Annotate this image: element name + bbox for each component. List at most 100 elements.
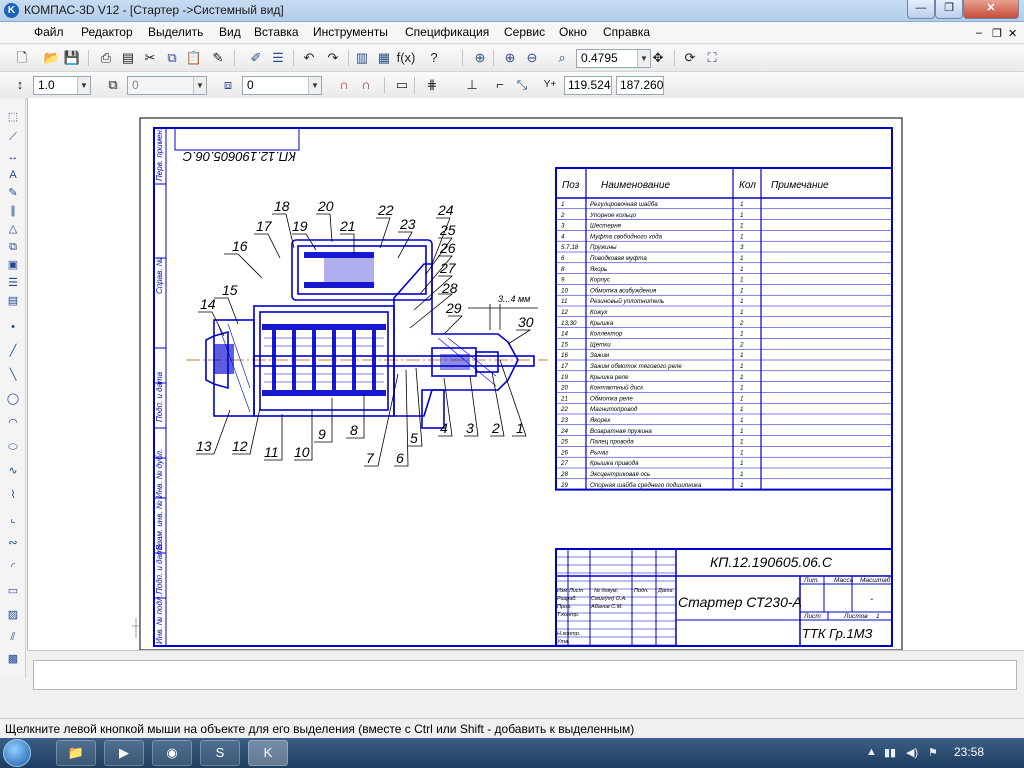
stamp-organization: ТТК Гр.1МЗ bbox=[802, 626, 873, 641]
point-tool-icon[interactable]: • bbox=[4, 318, 22, 336]
chrome-icon[interactable]: ◉ bbox=[152, 740, 192, 766]
zoom-scale-icon[interactable]: ⌕ bbox=[552, 49, 572, 67]
menu-file[interactable]: Файл bbox=[34, 25, 64, 39]
zoom-combo[interactable]: 0.4795 ▼ bbox=[576, 49, 651, 68]
ellipse-tool-icon[interactable]: ⬭ bbox=[4, 438, 22, 456]
refresh-view-icon[interactable]: ⟳ bbox=[680, 49, 700, 67]
rectangle-tool-icon[interactable]: ▭ bbox=[4, 582, 22, 600]
parametrization-tool-icon[interactable]: ∥ bbox=[4, 202, 22, 220]
menu-service[interactable]: Сервис bbox=[504, 25, 545, 39]
media-player-icon[interactable]: ▶ bbox=[104, 740, 144, 766]
properties-icon[interactable]: ✐ bbox=[246, 49, 266, 67]
local-cs-icon[interactable]: ⊥ bbox=[462, 76, 482, 94]
grid-icon[interactable]: ⋕ bbox=[422, 76, 442, 94]
zoom-in-icon[interactable]: ⊕ bbox=[500, 49, 520, 67]
chevron-down-icon[interactable]: ▼ bbox=[193, 77, 206, 94]
spline-tool-icon[interactable]: ∿ bbox=[4, 462, 22, 480]
doc-minimize-icon[interactable]: – bbox=[976, 27, 982, 39]
edit-tool-icon[interactable]: ✎ bbox=[4, 184, 22, 202]
redo-icon[interactable]: ↷ bbox=[323, 49, 343, 67]
style-combo[interactable]: 0 ▼ bbox=[127, 76, 207, 95]
menu-tools[interactable]: Инструменты bbox=[313, 25, 388, 39]
standard-toolbar: 🗋 📂 💾 ⎙ ▤ ✂ ⧉ 📋 ✎ ✐ ☰ ↶ ↷ ▥ ▦ f(x) ? ⊕ ⊕… bbox=[0, 45, 1024, 72]
coord-x-field[interactable]: 119.524 bbox=[564, 76, 612, 95]
callout-13: 13 bbox=[196, 438, 212, 454]
help-pointer-icon[interactable]: ? bbox=[424, 49, 444, 67]
list-icon[interactable]: ☰ bbox=[268, 49, 288, 67]
doc-close-icon[interactable]: ✕ bbox=[1008, 27, 1017, 40]
volume-icon[interactable]: ◀) bbox=[906, 746, 918, 759]
polyline-tool-icon[interactable]: ⌇ bbox=[4, 486, 22, 504]
pan-icon[interactable]: ✥ bbox=[648, 49, 668, 67]
geometry-tool-icon[interactable]: ⟋ bbox=[4, 128, 22, 146]
chamfer-tool-icon[interactable]: ⌞ bbox=[4, 510, 22, 528]
menu-help[interactable]: Справка bbox=[603, 25, 650, 39]
equidistant-tool-icon[interactable]: ⫽ bbox=[4, 628, 22, 646]
hatch-tool-icon[interactable]: ▨ bbox=[4, 606, 22, 624]
open-folder-icon[interactable]: 📂 bbox=[42, 49, 62, 67]
dimensions-tool-icon[interactable]: ↔ bbox=[4, 148, 22, 166]
chevron-down-icon[interactable]: ▼ bbox=[308, 77, 321, 94]
menu-editor[interactable]: Редактор bbox=[81, 25, 133, 39]
network-icon[interactable]: ▮▮ bbox=[884, 746, 896, 759]
menu-window[interactable]: Окно bbox=[559, 25, 587, 39]
measure-tool-icon[interactable]: △ bbox=[4, 220, 22, 238]
close-button[interactable]: ✕ bbox=[963, 0, 1019, 19]
kompas-task-icon[interactable]: K bbox=[248, 740, 288, 766]
drawing-canvas[interactable]: Перв. примен. Справ. № Подп. и дата Инв.… bbox=[27, 98, 1024, 650]
bezier-tool-icon[interactable]: ∾ bbox=[4, 534, 22, 552]
arc-tool-icon[interactable]: ◠ bbox=[4, 414, 22, 432]
menu-view[interactable]: Вид bbox=[219, 25, 241, 39]
assoc-views-icon[interactable]: ▣ bbox=[4, 256, 22, 274]
copy-icon[interactable]: ⧉ bbox=[162, 49, 182, 67]
reduce-icon[interactable]: ▭ bbox=[392, 76, 412, 94]
chevron-down-icon[interactable]: ▼ bbox=[77, 77, 90, 94]
explorer-icon[interactable]: 📁 bbox=[56, 740, 96, 766]
layers-manager-icon[interactable]: ▦ bbox=[374, 49, 394, 67]
skype-icon[interactable]: S bbox=[200, 740, 240, 766]
format-brush-icon[interactable]: ✎ bbox=[208, 49, 228, 67]
local-snap-icon[interactable]: ∩ bbox=[356, 76, 376, 94]
zoom-window-icon[interactable]: ⊕ bbox=[470, 49, 490, 67]
new-document-icon[interactable]: 🗋 bbox=[12, 49, 32, 67]
designations-tool-icon[interactable]: A bbox=[4, 166, 22, 184]
snap-magnet-icon[interactable]: ∩ bbox=[334, 76, 354, 94]
callout-3: 3 bbox=[466, 420, 474, 436]
menu-specification[interactable]: Спецификация bbox=[405, 25, 489, 39]
show-all-icon[interactable]: ⛶ bbox=[702, 49, 722, 67]
print-icon[interactable]: ⎙ bbox=[96, 49, 116, 67]
windows-start-icon[interactable] bbox=[3, 739, 31, 767]
zoom-out-icon[interactable]: ⊖ bbox=[522, 49, 542, 67]
spec-tool-icon[interactable]: ☰ bbox=[4, 274, 22, 292]
preview-icon[interactable]: ▤ bbox=[118, 49, 138, 67]
line-weight-combo[interactable]: 1.0 ▼ bbox=[33, 76, 91, 95]
select-tool-icon[interactable]: ⬚ bbox=[4, 108, 22, 126]
action-center-icon[interactable]: ⚑ bbox=[928, 746, 938, 759]
menu-select[interactable]: Выделить bbox=[148, 25, 203, 39]
ortho-mode-icon[interactable]: ⌐ bbox=[490, 76, 510, 94]
minimize-button[interactable]: — bbox=[907, 0, 935, 19]
property-strip[interactable] bbox=[33, 660, 1017, 690]
save-icon[interactable]: 💾 bbox=[62, 49, 82, 67]
layer-combo[interactable]: 0 ▼ bbox=[242, 76, 322, 95]
cut-icon[interactable]: ✂ bbox=[140, 49, 160, 67]
reports-tool-icon[interactable]: ▤ bbox=[4, 292, 22, 310]
undo-icon[interactable]: ↶ bbox=[299, 49, 319, 67]
manager-icon[interactable]: ▥ bbox=[352, 49, 372, 67]
menu-insert[interactable]: Вставка bbox=[254, 25, 299, 39]
paste-icon[interactable]: 📋 bbox=[184, 49, 204, 67]
tray-arrow-icon[interactable]: ▲ bbox=[866, 746, 877, 758]
macro-tool-icon[interactable]: ▩ bbox=[4, 650, 22, 668]
coord-y-field[interactable]: 187.260 bbox=[616, 76, 664, 95]
doc-restore-icon[interactable]: ❐ bbox=[992, 27, 1002, 40]
fillet-tool-icon[interactable]: ◜ bbox=[4, 558, 22, 576]
round-coords-icon[interactable]: ⤡ bbox=[512, 76, 532, 94]
select-mode-icon[interactable]: ⧉ bbox=[4, 238, 22, 256]
line-tool-icon[interactable]: ╱ bbox=[4, 342, 22, 360]
variables-icon[interactable]: f(x) bbox=[396, 49, 416, 67]
segment-tool-icon[interactable]: ╲ bbox=[4, 366, 22, 384]
layer-icon[interactable]: ⧈ bbox=[218, 76, 238, 94]
maximize-button[interactable]: ❐ bbox=[935, 0, 963, 19]
circle-tool-icon[interactable]: ◯ bbox=[4, 390, 22, 408]
stamp-col-izm: Изм. bbox=[557, 588, 569, 594]
